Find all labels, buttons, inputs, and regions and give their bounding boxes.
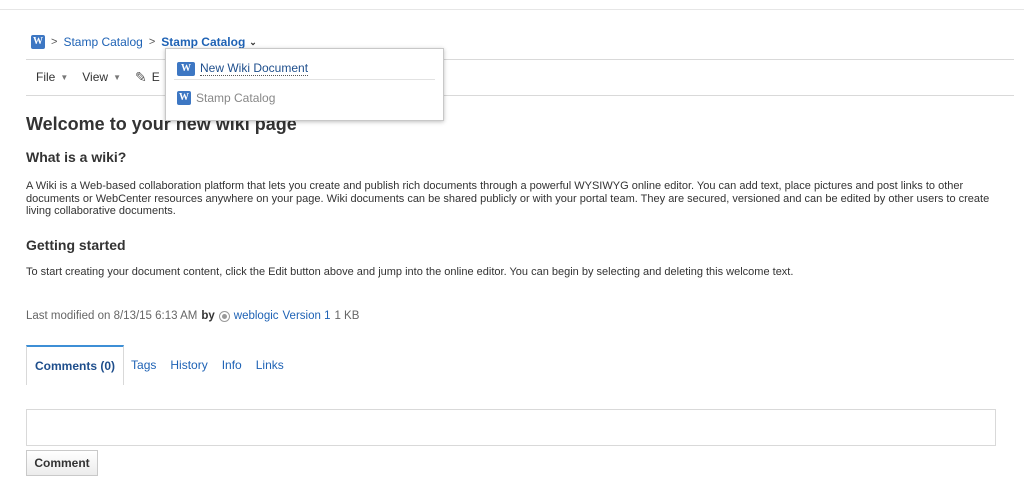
dropdown-arrow-icon: ▼ xyxy=(113,72,121,82)
toolbar: File ▼ View ▼ ✎ E xyxy=(36,67,160,87)
view-menu[interactable]: View ▼ xyxy=(82,70,121,84)
wiki-icon: W xyxy=(177,91,191,105)
menu-item-label: New Wiki Document xyxy=(200,61,309,76)
wiki-home-icon[interactable]: W xyxy=(31,35,45,49)
breadcrumb-dropdown-menu: W New Wiki Document W Stamp Catalog xyxy=(165,48,444,121)
menu-item-new-wiki-document[interactable]: W New Wiki Document xyxy=(177,61,309,76)
top-divider xyxy=(0,9,1024,10)
view-menu-label: View xyxy=(82,70,109,84)
pencil-icon: ✎ xyxy=(134,68,147,85)
file-menu-label: File xyxy=(36,70,56,84)
menu-divider xyxy=(174,79,435,80)
chevron-down-icon: ⌄ xyxy=(249,36,257,47)
breadcrumb-separator-icon: > xyxy=(148,36,156,48)
page: W > Stamp Catalog > Stamp Catalog ⌄ File… xyxy=(0,0,1024,500)
edit-button-label: E xyxy=(151,70,160,84)
tab-bar: Comments (0) Tags History Info Links xyxy=(26,345,291,385)
by-label: by xyxy=(201,310,215,322)
breadcrumb-separator-icon: > xyxy=(51,36,58,48)
author-link[interactable]: weblogic xyxy=(234,310,279,322)
user-icon xyxy=(218,310,230,322)
page-metadata: Last modified on 8/13/15 6:13 AM by webl… xyxy=(26,310,359,322)
tab-info[interactable]: Info xyxy=(215,345,249,385)
tab-tags[interactable]: Tags xyxy=(124,345,163,385)
comment-input[interactable] xyxy=(26,409,996,446)
menu-item-stamp-catalog[interactable]: W Stamp Catalog xyxy=(177,91,275,105)
file-size: 1 KB xyxy=(334,310,360,322)
last-modified-text: Last modified on 8/13/15 6:13 AM xyxy=(26,310,198,322)
breadcrumb-current-label: Stamp Catalog xyxy=(161,35,246,49)
file-menu[interactable]: File ▼ xyxy=(36,70,68,84)
tab-comments[interactable]: Comments (0) xyxy=(26,345,125,385)
section-heading-getting-started: Getting started xyxy=(26,237,126,253)
section-heading-what-is-wiki: What is a wiki? xyxy=(26,149,127,165)
breadcrumb-current-page[interactable]: Stamp Catalog ⌄ xyxy=(161,35,257,49)
edit-button[interactable]: ✎ E xyxy=(135,69,160,86)
tab-links[interactable]: Links xyxy=(249,345,291,385)
section-text-what-is-wiki: A Wiki is a Web-based collaboration plat… xyxy=(26,180,990,217)
dropdown-arrow-icon: ▼ xyxy=(60,72,69,82)
section-text-getting-started: To start creating your document content,… xyxy=(26,266,794,278)
new-wiki-icon: W xyxy=(177,61,195,76)
breadcrumb-link-stamp-catalog[interactable]: Stamp Catalog xyxy=(63,35,142,49)
version-link[interactable]: Version 1 xyxy=(283,310,331,322)
comment-button[interactable]: Comment xyxy=(26,450,98,476)
menu-item-label: Stamp Catalog xyxy=(196,91,276,105)
tab-history[interactable]: History xyxy=(163,345,214,385)
